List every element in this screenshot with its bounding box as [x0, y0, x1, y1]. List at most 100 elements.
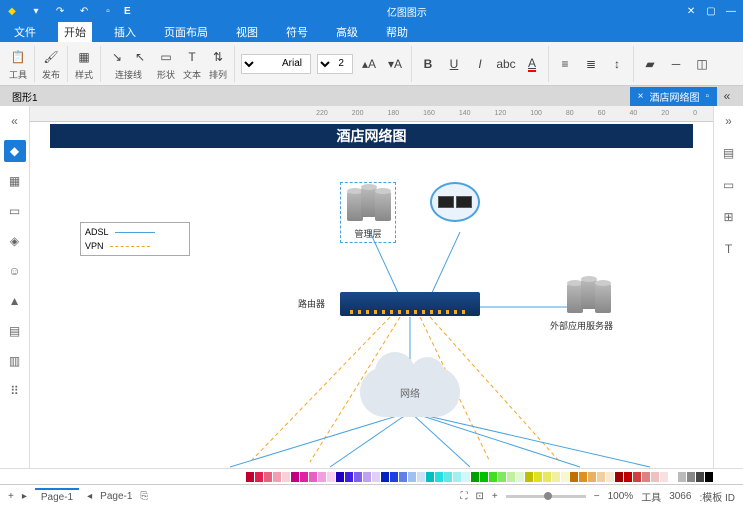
- layers-panel-icon[interactable]: ◈: [4, 230, 26, 252]
- color-swatch[interactable]: [408, 472, 416, 482]
- spacing-icon[interactable]: ↕: [607, 54, 627, 74]
- color-swatch[interactable]: [534, 472, 542, 482]
- menu-symbols[interactable]: 符号: [280, 22, 314, 42]
- color-swatch[interactable]: [417, 472, 425, 482]
- color-swatch[interactable]: [399, 472, 407, 482]
- data-panel-icon[interactable]: ▤: [4, 320, 26, 342]
- color-swatch[interactable]: [336, 472, 344, 482]
- color-swatch[interactable]: [318, 472, 326, 482]
- underline-icon[interactable]: U: [444, 54, 464, 74]
- color-swatch[interactable]: [345, 472, 353, 482]
- color-swatch[interactable]: [435, 472, 443, 482]
- color-swatch[interactable]: [327, 472, 335, 482]
- bold-icon[interactable]: B: [418, 54, 438, 74]
- color-swatch[interactable]: [597, 472, 605, 482]
- minimize-icon[interactable]: —: [723, 4, 739, 18]
- color-swatch[interactable]: [561, 472, 569, 482]
- color-swatch[interactable]: [678, 472, 686, 482]
- color-swatch[interactable]: [390, 472, 398, 482]
- chart-panel-icon[interactable]: ▲: [4, 290, 26, 312]
- color-swatch[interactable]: [651, 472, 659, 482]
- doc-tab[interactable]: ▫ 酒店网络图 ×: [630, 87, 717, 106]
- menu-advanced[interactable]: 高级: [330, 22, 364, 42]
- node-management[interactable]: 管理层: [340, 182, 396, 243]
- grid-panel-icon[interactable]: ▦: [4, 170, 26, 192]
- font-name-select[interactable]: Arial: [241, 54, 311, 74]
- color-swatch[interactable]: [300, 472, 308, 482]
- color-swatch[interactable]: [642, 472, 650, 482]
- color-swatch[interactable]: [552, 472, 560, 482]
- color-swatch[interactable]: [579, 472, 587, 482]
- menu-start[interactable]: 开始: [58, 22, 92, 42]
- menu-file[interactable]: 文件: [8, 22, 42, 42]
- pointer-icon[interactable]: ↖: [130, 47, 150, 67]
- node-router[interactable]: [340, 292, 480, 316]
- rsidebar-collapse-icon[interactable]: «: [718, 110, 740, 132]
- font-color-icon[interactable]: A: [522, 54, 542, 74]
- color-swatch[interactable]: [507, 472, 515, 482]
- color-swatch[interactable]: [273, 472, 281, 482]
- align-icon[interactable]: ≡: [555, 54, 575, 74]
- fill-icon[interactable]: ▰: [640, 54, 660, 74]
- color-swatch[interactable]: [354, 472, 362, 482]
- zoom-out-icon[interactable]: −: [594, 491, 600, 502]
- color-swatch[interactable]: [453, 472, 461, 482]
- menu-insert[interactable]: 插入: [108, 22, 142, 42]
- font-grow-icon[interactable]: A▴: [359, 54, 379, 74]
- strike-icon[interactable]: abc: [496, 54, 516, 74]
- color-swatch[interactable]: [660, 472, 668, 482]
- color-swatch[interactable]: [444, 472, 452, 482]
- canvas[interactable]: 酒店网络图 ADSL: [30, 122, 713, 468]
- text-icon[interactable]: T: [182, 47, 202, 67]
- color-swatch[interactable]: [426, 472, 434, 482]
- table-panel-icon[interactable]: ▥: [4, 350, 26, 372]
- color-swatch[interactable]: [669, 472, 677, 482]
- doc-tab-close-icon[interactable]: ×: [638, 91, 644, 102]
- color-swatch[interactable]: [291, 472, 299, 482]
- color-swatch[interactable]: [363, 472, 371, 482]
- color-swatch[interactable]: [624, 472, 632, 482]
- position-panel-icon[interactable]: ⊞: [718, 206, 740, 228]
- theme-panel-icon[interactable]: ▤: [718, 142, 740, 164]
- color-swatch[interactable]: [516, 472, 524, 482]
- qat-more-icon[interactable]: ▾: [28, 4, 44, 18]
- close-icon[interactable]: ✕: [683, 4, 699, 18]
- page-tab[interactable]: Page-1: [35, 488, 79, 505]
- format-panel-icon[interactable]: ▭: [718, 174, 740, 196]
- color-swatch[interactable]: [471, 472, 479, 482]
- qat-save-icon[interactable]: ▫: [100, 4, 116, 18]
- color-swatch[interactable]: [705, 472, 713, 482]
- fit-page-icon[interactable]: ⊡: [476, 491, 484, 502]
- color-swatch[interactable]: [381, 472, 389, 482]
- image-panel-icon[interactable]: ▭: [4, 200, 26, 222]
- text-panel-icon[interactable]: T: [718, 238, 740, 260]
- color-swatch[interactable]: [309, 472, 317, 482]
- color-swatch[interactable]: [570, 472, 578, 482]
- list-icon[interactable]: ≣: [581, 54, 601, 74]
- brush-icon[interactable]: 🖌: [41, 47, 61, 67]
- clipart-panel-icon[interactable]: ☺: [4, 260, 26, 282]
- qat-undo-icon[interactable]: ↶: [76, 4, 92, 18]
- connector-icon[interactable]: ↘: [107, 47, 127, 67]
- menu-pagelayout[interactable]: 页面布局: [158, 22, 214, 42]
- font-size-select[interactable]: 12: [317, 54, 353, 74]
- qat-redo-icon[interactable]: ↷: [52, 4, 68, 18]
- zoom-slider[interactable]: [506, 495, 586, 498]
- sidebar-collapse-icon[interactable]: »: [4, 110, 26, 132]
- page-next-icon[interactable]: ▸: [22, 491, 27, 502]
- color-swatch[interactable]: [606, 472, 614, 482]
- color-swatch[interactable]: [246, 472, 254, 482]
- paste-icon[interactable]: 📋: [8, 47, 28, 67]
- color-swatch[interactable]: [255, 472, 263, 482]
- legend[interactable]: ADSL VPN: [80, 222, 190, 256]
- color-swatch[interactable]: [480, 472, 488, 482]
- page-prev-icon[interactable]: ◂: [87, 491, 92, 502]
- node-clients[interactable]: [430, 182, 480, 222]
- menu-help[interactable]: 帮助: [380, 22, 414, 42]
- shadow-icon[interactable]: ◫: [692, 54, 712, 74]
- tabs-expand-icon[interactable]: »: [717, 86, 737, 106]
- color-swatch[interactable]: [588, 472, 596, 482]
- color-swatch[interactable]: [633, 472, 641, 482]
- arrange-icon[interactable]: ⇅: [208, 47, 228, 67]
- color-swatch[interactable]: [696, 472, 704, 482]
